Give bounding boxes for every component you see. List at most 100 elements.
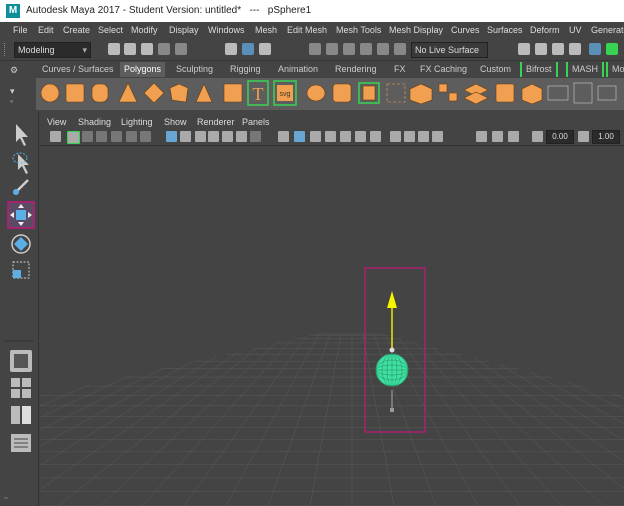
menu-deform[interactable]: Deform	[530, 25, 560, 35]
menu-mesh-display[interactable]: Mesh Display	[389, 25, 443, 35]
xray-active-components-icon[interactable]	[508, 131, 519, 142]
rotate-tool-icon[interactable]	[11, 234, 31, 254]
menu-windows[interactable]: Windows	[208, 25, 245, 35]
safe-action-icon[interactable]	[236, 131, 247, 142]
type-icon[interactable]: T	[253, 84, 264, 104]
grip-handle[interactable]	[4, 43, 7, 56]
undo-icon[interactable]	[158, 43, 170, 55]
shelf-tab-menu-icon[interactable]: ◦	[10, 96, 18, 106]
camera-select-icon[interactable]	[50, 131, 61, 142]
smooth-shade-icon[interactable]	[294, 131, 305, 142]
gate-mask-icon[interactable]	[208, 131, 219, 142]
extrude-icon[interactable]	[409, 83, 433, 105]
grid-icon[interactable]	[166, 131, 177, 142]
two-view-layout-icon[interactable]	[11, 406, 31, 424]
uv-editor-icon[interactable]	[573, 82, 593, 104]
menu-file[interactable]: File	[13, 25, 28, 35]
tab-sculpting[interactable]: Sculpting	[172, 62, 217, 77]
tab-rendering[interactable]: Rendering	[331, 62, 381, 77]
svg-icon[interactable]: svg	[280, 91, 291, 98]
snap-grid-icon[interactable]	[309, 43, 321, 55]
panel-menu-panels[interactable]: Panels	[242, 117, 270, 127]
tab-rigging[interactable]: Rigging	[226, 62, 265, 77]
menu-mesh[interactable]: Mesh	[255, 25, 277, 35]
save-scene-icon[interactable]	[141, 43, 153, 55]
outliner-layout-icon[interactable]	[11, 434, 31, 452]
wireframe-icon[interactable]	[278, 131, 289, 142]
bevel-icon[interactable]	[438, 83, 448, 93]
field-chart-icon[interactable]	[222, 131, 233, 142]
render-settings-icon[interactable]	[569, 43, 581, 55]
select-tool-icon[interactable]	[16, 124, 28, 146]
poly-sphere-icon[interactable]	[40, 83, 60, 103]
panel-menu-renderer[interactable]: Renderer	[197, 117, 235, 127]
psphere1-object[interactable]	[375, 353, 409, 387]
menu-select[interactable]: Select	[98, 25, 123, 35]
exposure-icon[interactable]	[532, 131, 543, 142]
tab-mash[interactable]: MASH	[566, 62, 605, 77]
panel-menu-lighting[interactable]: Lighting	[121, 117, 153, 127]
panel-menu-view[interactable]: View	[47, 117, 66, 127]
lasso-tool-icon[interactable]	[12, 152, 29, 174]
gamma-field[interactable]: 1.00	[592, 130, 620, 144]
grid-toggle-icon[interactable]	[140, 131, 151, 142]
gamma-icon[interactable]	[578, 131, 589, 142]
motion-blur-icon[interactable]	[404, 131, 415, 142]
poly-torus-icon[interactable]	[143, 82, 165, 104]
xray-joints-icon[interactable]	[492, 131, 503, 142]
poly-cube-icon[interactable]	[65, 83, 85, 103]
tab-fx-caching[interactable]: FX Caching	[416, 62, 471, 77]
mode-dropdown[interactable]: Modeling ▾	[14, 42, 91, 58]
redo-icon[interactable]	[175, 43, 187, 55]
shadows-icon[interactable]	[355, 131, 366, 142]
exposure-field[interactable]: 0.00	[546, 130, 574, 144]
four-view-layout-icon[interactable]	[11, 378, 31, 398]
menu-surfaces[interactable]: Surfaces	[487, 25, 523, 35]
open-scene-icon[interactable]	[124, 43, 136, 55]
snap-view-icon[interactable]	[360, 43, 372, 55]
ipr-render-icon[interactable]	[552, 43, 564, 55]
resolution-gate-icon[interactable]	[195, 131, 206, 142]
screen-space-ao-icon[interactable]	[390, 131, 401, 142]
boolean-icon[interactable]	[386, 83, 406, 103]
snap-surface-icon[interactable]	[377, 43, 389, 55]
menu-create[interactable]: Create	[63, 25, 90, 35]
merge-icon[interactable]	[547, 85, 569, 101]
anti-aliasing-icon[interactable]	[418, 131, 429, 142]
combine-icon[interactable]	[306, 84, 326, 102]
perspective-viewport[interactable]	[40, 146, 624, 506]
smooth-icon[interactable]	[362, 85, 376, 101]
tab-motion[interactable]: Mo	[606, 62, 624, 77]
tab-custom[interactable]: Custom	[476, 62, 515, 77]
menu-generate[interactable]: Generate	[591, 25, 624, 35]
wireframe-on-shaded-icon[interactable]	[310, 131, 321, 142]
insert-edgeloop-icon[interactable]	[495, 83, 515, 103]
tab-fx[interactable]: FX	[390, 62, 410, 77]
menu-edit-mesh[interactable]: Edit Mesh	[287, 25, 327, 35]
live-surface-field[interactable]: No Live Surface	[411, 42, 488, 58]
make-live-icon[interactable]	[394, 43, 406, 55]
viewport-canvas[interactable]	[40, 146, 624, 506]
hypershade-icon[interactable]	[589, 43, 601, 55]
select-component-icon[interactable]	[259, 43, 271, 55]
2d-pan-zoom-icon[interactable]	[111, 131, 122, 142]
poly-disc-icon[interactable]	[195, 83, 213, 103]
menu-modify[interactable]: Modify	[131, 25, 158, 35]
camera-attributes-icon[interactable]	[67, 131, 80, 144]
snap-curve-icon[interactable]	[326, 43, 338, 55]
isolate-select-icon[interactable]	[476, 131, 487, 142]
y-axis-arrow[interactable]	[387, 291, 397, 308]
tab-curves-surfaces[interactable]: Curves / Surfaces	[38, 62, 118, 77]
shelf-settings-icon[interactable]: ⚙	[10, 66, 18, 75]
menu-mesh-tools[interactable]: Mesh Tools	[336, 25, 381, 35]
shelf-menu-icon[interactable]: ▾	[10, 86, 18, 96]
poly-pyramid-icon[interactable]	[223, 83, 243, 103]
tab-polygons[interactable]: Polygons	[120, 62, 166, 77]
safe-title-icon[interactable]	[250, 131, 261, 142]
paint-select-tool-icon[interactable]	[13, 179, 29, 195]
select-object-icon[interactable]	[242, 43, 254, 55]
menu-curves[interactable]: Curves	[451, 25, 480, 35]
poly-cone-icon[interactable]	[118, 82, 138, 103]
tab-bifrost[interactable]: Bifrost	[520, 62, 558, 77]
film-gate-icon[interactable]	[180, 131, 191, 142]
